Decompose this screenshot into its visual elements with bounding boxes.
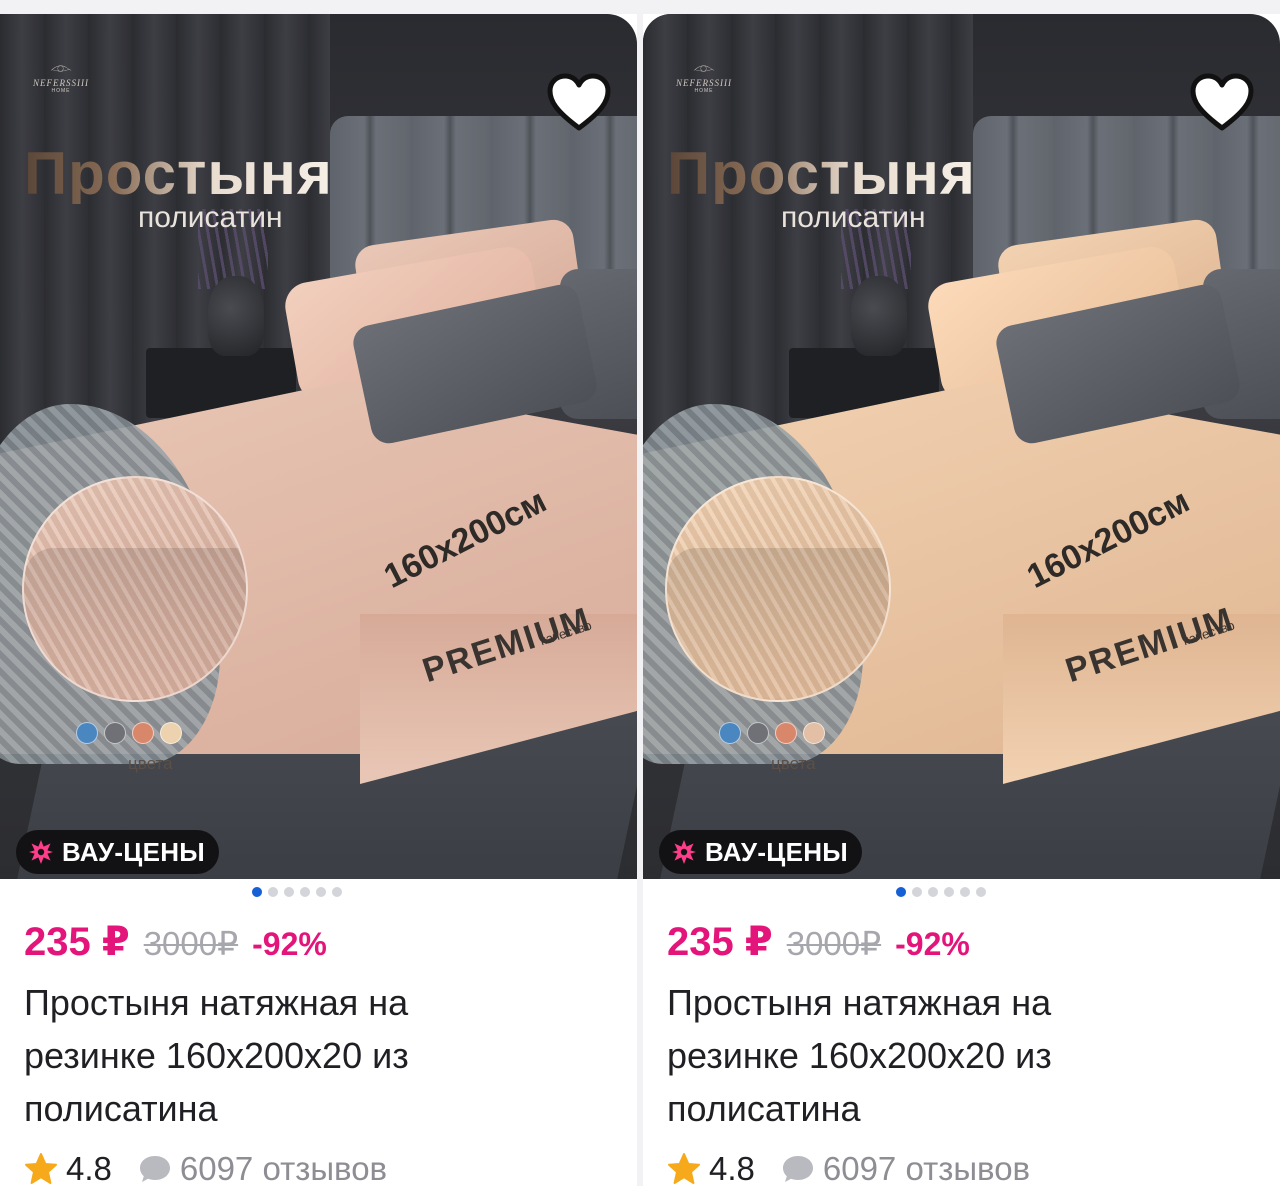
carousel-indicator[interactable] — [643, 887, 1280, 897]
carousel-dot[interactable] — [959, 887, 970, 897]
brand-sub: HOME — [51, 88, 71, 94]
price-row: 235 ₽ 3000₽ -92% — [667, 919, 970, 965]
promo-badge: ВАУ-ЦЕНЫ — [659, 830, 863, 874]
rating-value: 4.8 — [66, 1150, 112, 1186]
carousel-dot[interactable] — [283, 887, 294, 897]
pharaoh-icon: 𓁹 — [49, 57, 72, 77]
current-price: 235 ₽ — [24, 920, 130, 964]
carousel-dot[interactable] — [267, 887, 278, 897]
burst-icon — [29, 840, 53, 864]
color-swatch — [132, 722, 154, 744]
heart-icon[interactable] — [546, 71, 612, 137]
heart-icon[interactable] — [1189, 71, 1255, 137]
brand-name: NEFERSSIII — [676, 78, 732, 88]
carousel-dot[interactable] — [299, 887, 310, 897]
carousel-dot[interactable] — [331, 887, 342, 897]
product-grid: 𓁹 NEFERSSIII HOME Простыня полисатин 160… — [0, 0, 1280, 1186]
promo-badge: ВАУ-ЦЕНЫ — [16, 830, 220, 874]
old-price: 3000₽ — [786, 925, 882, 962]
color-swatch — [775, 722, 797, 744]
rating-value: 4.8 — [709, 1150, 755, 1186]
color-swatch — [747, 722, 769, 744]
product-image[interactable]: 𓁹 NEFERSSIII HOME Простыня полисатин 160… — [0, 14, 637, 879]
carousel-dot[interactable] — [927, 887, 938, 897]
carousel-dot[interactable] — [315, 887, 326, 897]
product-card[interactable]: 𓁹 NEFERSSIII HOME Простыня полисатин 160… — [643, 14, 1280, 1186]
discount-percent: -92% — [252, 926, 327, 962]
carousel-dot[interactable] — [251, 887, 262, 897]
color-swatch — [76, 722, 98, 744]
colors-label: цвета — [128, 754, 173, 773]
promo-badge-label: ВАУ-ЦЕНЫ — [62, 836, 206, 867]
product-image[interactable]: 𓁹 NEFERSSIII HOME Простыня полисатин 160… — [643, 14, 1280, 879]
brand-logo: 𓁹 NEFERSSIII HOME — [673, 56, 735, 106]
brand-logo: 𓁹 NEFERSSIII HOME — [30, 56, 92, 106]
star-icon — [668, 1153, 700, 1184]
product-name[interactable]: Простыня натяжная на резинке 160х200х20 … — [667, 976, 1147, 1135]
image-subtitle: полисатин — [781, 201, 926, 234]
pharaoh-icon: 𓁹 — [692, 57, 715, 77]
color-swatch — [719, 722, 741, 744]
product-name[interactable]: Простыня натяжная на резинке 160х200х20 … — [24, 976, 504, 1135]
burst-icon — [672, 840, 696, 864]
promo-badge-label: ВАУ-ЦЕНЫ — [705, 836, 849, 867]
image-subtitle: полисатин — [138, 201, 283, 234]
star-icon — [25, 1153, 57, 1184]
price-row: 235 ₽ 3000₽ -92% — [24, 919, 327, 965]
image-title: Простыня — [667, 140, 976, 207]
carousel-dot[interactable] — [943, 887, 954, 897]
color-swatch — [160, 722, 182, 744]
carousel-dot[interactable] — [975, 887, 986, 897]
brand-sub: HOME — [694, 88, 714, 94]
old-price: 3000₽ — [143, 925, 239, 962]
product-card[interactable]: 𓁹 NEFERSSIII HOME Простыня полисатин 160… — [0, 14, 637, 1186]
carousel-dot[interactable] — [895, 887, 906, 897]
current-price: 235 ₽ — [667, 920, 773, 964]
color-swatches — [76, 722, 182, 744]
comment-bubble-icon — [782, 1156, 813, 1182]
vase-decor — [851, 276, 907, 356]
fabric-zoom-circle — [22, 476, 248, 702]
comment-bubble-icon — [139, 1156, 170, 1182]
brand-name: NEFERSSIII — [33, 78, 89, 88]
colors-label: цвета — [771, 754, 816, 773]
carousel-dot[interactable] — [911, 887, 922, 897]
vase-decor — [208, 276, 264, 356]
carousel-indicator[interactable] — [0, 887, 637, 897]
color-swatch — [104, 722, 126, 744]
discount-percent: -92% — [895, 926, 970, 962]
reviews-count: 6097 отзывов — [179, 1150, 388, 1186]
fabric-zoom-circle — [665, 476, 891, 702]
rating-row[interactable]: 4.8 6097 отзывов — [667, 1150, 1030, 1186]
image-title: Простыня — [24, 140, 333, 207]
rating-row[interactable]: 4.8 6097 отзывов — [24, 1150, 387, 1186]
color-swatch — [803, 722, 825, 744]
reviews-count: 6097 отзывов — [822, 1150, 1031, 1186]
color-swatches — [719, 722, 825, 744]
